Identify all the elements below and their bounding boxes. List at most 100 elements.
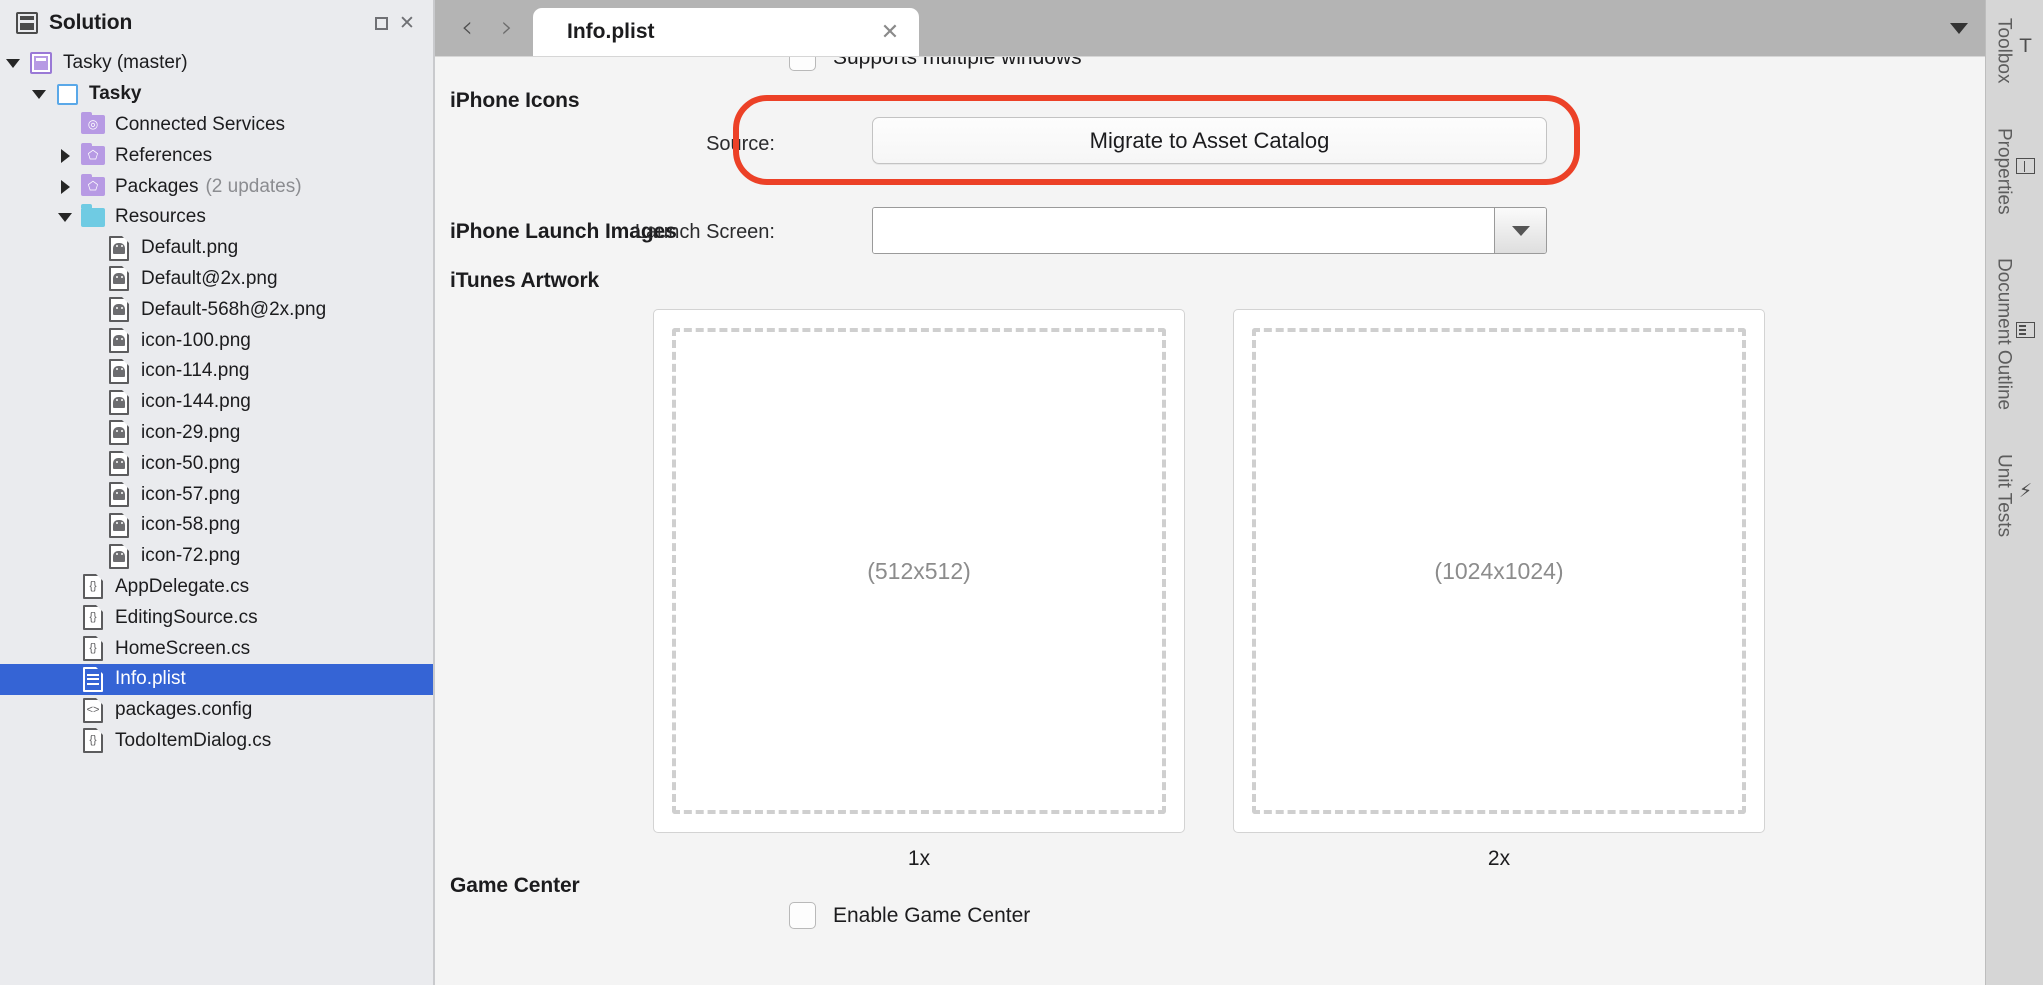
tree-item-default-568h-2x-png[interactable]: Default-568h@2x.png (0, 294, 434, 325)
tree-item-icon (104, 328, 134, 354)
tree-item-icon-144-png[interactable]: icon-144.png (0, 387, 434, 418)
tree-item-icon-72-png[interactable]: icon-72.png (0, 541, 434, 572)
application-window: Solution ✕ Tasky (master) Tasky ◎ Connected… (0, 0, 2043, 985)
image-file-icon (109, 420, 129, 446)
minimize-pad-button[interactable] (368, 10, 394, 36)
tree-item-icon-100-png[interactable]: icon-100.png (0, 325, 434, 356)
tree-item-tasky[interactable]: Tasky (0, 79, 434, 110)
tree-item-label: Tasky (master) (63, 52, 188, 74)
tree-item-todoitemdialog-cs[interactable]: {} TodoItemDialog.cs (0, 726, 434, 757)
rail-item-properties[interactable]: Properties (1993, 128, 2037, 214)
tree-item-homescreen-cs[interactable]: {} HomeScreen.cs (0, 633, 434, 664)
chevron-right-icon[interactable] (52, 179, 78, 194)
tree-item-label: icon-114.png (141, 360, 250, 382)
navigate-back-button[interactable]: ‹ (447, 5, 487, 51)
tree-item-icon (78, 666, 108, 692)
section-heading-game-center: Game Center (450, 874, 580, 897)
tree-item-packages-config[interactable]: <> packages.config (0, 695, 434, 726)
supports-multiple-windows-label: Supports multiple windows (833, 56, 1082, 69)
rail-item-toolbox[interactable]: T Toolbox (1993, 18, 2037, 84)
document-outline-icon (2015, 319, 2037, 341)
tree-item-icon (104, 389, 134, 415)
toolbox-icon: T (2019, 34, 2032, 57)
tree-item-icon-29-png[interactable]: icon-29.png (0, 418, 434, 449)
rail-item-unit-tests-label: Unit Tests (1993, 454, 2015, 538)
enable-game-center-checkbox[interactable] (789, 902, 816, 929)
tree-item-label: Default-568h@2x.png (141, 298, 327, 320)
itunes-artwork-slot-1x[interactable]: (512x512) (653, 309, 1185, 833)
itunes-artwork-slot-2x[interactable]: (1024x1024) (1233, 309, 1765, 833)
tree-item-connected-services[interactable]: ◎ Connected Services (0, 110, 434, 141)
tree-item-icon-114-png[interactable]: icon-114.png (0, 356, 434, 387)
tab-nav-buttons: ‹ › (435, 0, 533, 56)
itunes-artwork-caption-1x: 1x (907, 847, 931, 870)
tree-item-icon (104, 235, 134, 261)
supports-multiple-windows-checkbox[interactable] (789, 57, 816, 71)
pad-divider (433, 0, 434, 985)
tree-item-resources[interactable]: Resources (0, 202, 434, 233)
tab-info-plist[interactable]: Info.plist ✕ (533, 8, 919, 56)
chevron-right-icon[interactable] (52, 148, 78, 163)
tree-item-references[interactable]: ⬠ References (0, 140, 434, 171)
launch-screen-value[interactable] (873, 208, 1494, 253)
section-heading-iphone-icons: iPhone Icons (450, 89, 580, 112)
launch-screen-chevron-down-icon[interactable] (1494, 208, 1546, 253)
navigate-forward-button[interactable]: › (487, 5, 527, 51)
rail-item-unit-tests[interactable]: ⚡ Unit Tests (1993, 454, 2037, 537)
tree-item-icon (104, 266, 134, 292)
itunes-artwork-caption-2x: 2x (1487, 847, 1511, 870)
image-file-icon (109, 266, 129, 292)
tree-item-label: References (115, 144, 213, 166)
tree-item-icon (52, 83, 82, 105)
tree-item-default-2x-png[interactable]: Default@2x.png (0, 264, 434, 295)
tree-item-icon (104, 358, 134, 384)
tree-item-packages[interactable]: ⬠ Packages (2 updates) (0, 171, 434, 202)
tree-item-icon: {} (78, 728, 108, 754)
tree-item-label: Info.plist (115, 668, 186, 690)
tree-item-label: Packages (115, 175, 199, 197)
tree-item-icon: <> (78, 697, 108, 723)
image-file-icon (109, 389, 129, 415)
tree-item-default-png[interactable]: Default.png (0, 233, 434, 264)
tree-item-editingsource-cs[interactable]: {} EditingSource.cs (0, 602, 434, 633)
tree-item-tasky-master[interactable]: Tasky (master) (0, 48, 434, 79)
tree-item-icon: ⬠ (78, 142, 108, 166)
tree-item-icon-58-png[interactable]: icon-58.png (0, 510, 434, 541)
csharp-file-icon: {} (83, 574, 103, 600)
rail-item-document-outline[interactable]: Document Outline (1993, 258, 2037, 410)
chevron-down-icon[interactable] (0, 58, 26, 68)
tree-item-info-plist[interactable]: Info.plist (0, 663, 434, 695)
tree-item-icon (104, 451, 134, 477)
image-file-icon (109, 482, 129, 508)
tree-item-icon (104, 512, 134, 538)
launch-screen-combobox[interactable] (872, 207, 1547, 254)
tree-item-label: TodoItemDialog.cs (115, 729, 272, 751)
launch-screen-label: Launch Screen: (634, 221, 775, 243)
itunes-artwork-placeholder-2x[interactable]: (1024x1024) (1252, 328, 1746, 814)
tree-item-label: icon-57.png (141, 483, 241, 505)
editor-tabstrip: ‹ › Info.plist ✕ (435, 0, 1985, 56)
solution-icon (30, 52, 52, 75)
tree-item-icon-50-png[interactable]: icon-50.png (0, 448, 434, 479)
migrate-to-asset-catalog-button[interactable]: Migrate to Asset Catalog (872, 117, 1547, 164)
tree-item-label: icon-29.png (141, 421, 241, 443)
tab-overflow-chevron-down-icon[interactable] (1933, 0, 1985, 56)
image-file-icon (109, 358, 129, 384)
rail-item-toolbox-label: Toolbox (1993, 18, 2015, 84)
tree-item-label: AppDelegate.cs (115, 575, 250, 597)
tree-item-icon (104, 543, 134, 569)
tree-item-label: Tasky (89, 83, 142, 105)
csharp-file-icon: {} (83, 636, 103, 662)
itunes-artwork-placeholder-1x[interactable]: (512x512) (672, 328, 1166, 814)
xml-file-icon: <> (83, 697, 103, 723)
chevron-down-icon[interactable] (26, 89, 52, 99)
solution-tree[interactable]: Tasky (master) Tasky ◎ Connected Services ⬠ R… (0, 46, 434, 985)
tab-close-icon[interactable]: ✕ (875, 17, 905, 47)
chevron-down-icon[interactable] (52, 212, 78, 222)
tree-item-label: Resources (115, 206, 206, 228)
folder-package-icon: ⬠ (81, 173, 105, 197)
tree-item-icon-57-png[interactable]: icon-57.png (0, 479, 434, 510)
close-pad-button[interactable]: ✕ (394, 10, 420, 36)
tree-item-label: icon-72.png (141, 545, 241, 567)
tree-item-appdelegate-cs[interactable]: {} AppDelegate.cs (0, 572, 434, 603)
